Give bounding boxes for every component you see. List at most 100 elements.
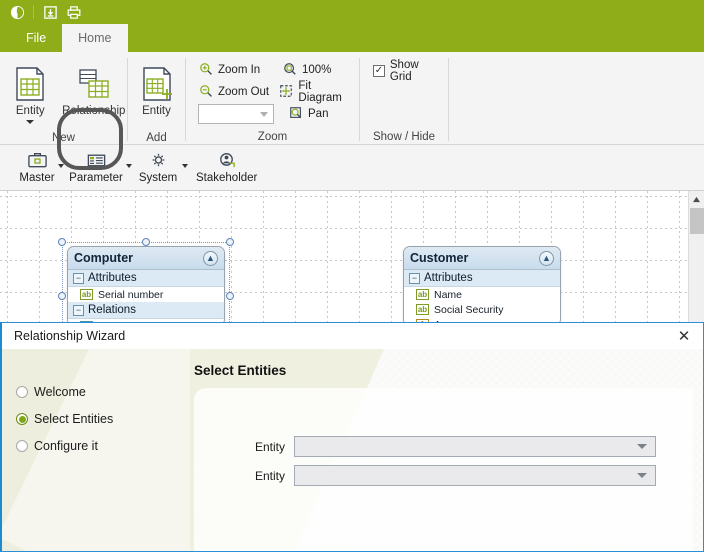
ribbon-group-add-label: Add	[146, 131, 167, 144]
entity-computer[interactable]: Computer ▲ − Attributes ab Serial number…	[67, 246, 225, 326]
zoom-out-label: Zoom Out	[218, 86, 270, 98]
new-entity-label: Entity	[15, 105, 45, 117]
ribbon-tabstrip: File Home	[0, 24, 704, 52]
radio-icon[interactable]	[16, 440, 28, 452]
entity-customer-title-bar[interactable]: Customer ▲	[404, 247, 560, 270]
entity-2-label: Entity	[254, 468, 285, 483]
new-entity-button[interactable]: Entity	[0, 58, 61, 130]
zoom-out-button[interactable]: Zoom Out	[194, 81, 274, 103]
history-icon[interactable]	[5, 1, 29, 23]
entity-customer-attributes-section[interactable]: − Attributes	[404, 270, 560, 287]
qat-divider	[33, 5, 34, 19]
resize-handle[interactable]	[58, 292, 66, 300]
entity-field-row-2: Entity	[194, 465, 693, 486]
ribbon-group-showhide-label: Show / Hide	[372, 131, 435, 143]
zoom-in-label: Zoom In	[218, 64, 261, 76]
canvas-vertical-scrollbar[interactable]	[688, 191, 704, 326]
text-type-icon: ab	[416, 304, 429, 315]
entity-customer[interactable]: Customer ▲ − Attributes ab Name ab Socia…	[403, 246, 561, 326]
relationship-wizard-dialog: Relationship Wizard ✕ Welcome Select Ent…	[0, 322, 704, 552]
wizard-step-select-entities[interactable]: Select Entities	[16, 412, 190, 426]
application-window: File Home Entity Relationship New Entity…	[0, 0, 704, 552]
entity-table-icon	[13, 63, 47, 105]
fit-diagram-button[interactable]: Fit Diagram	[274, 80, 359, 104]
attribute-label: Name	[434, 288, 463, 301]
radio-icon-selected[interactable]	[16, 413, 28, 425]
diagram-canvas[interactable]: Computer ▲ − Attributes ab Serial number…	[0, 191, 704, 326]
section-label: Attributes	[424, 272, 473, 284]
entity-computer-attribute-row[interactable]: ab Serial number	[68, 287, 224, 302]
save-icon[interactable]	[38, 1, 62, 23]
wizard-steps-list: Welcome Select Entities Configure it	[2, 349, 190, 453]
resize-handle[interactable]	[226, 238, 234, 246]
show-grid-checkbox[interactable]: ✓ Show Grid	[368, 59, 448, 83]
wizard-content-panel: Select Entities Entity Entity	[190, 349, 703, 551]
resize-handle[interactable]	[226, 292, 234, 300]
ribbon-group-zoom-label: Zoom	[257, 131, 288, 143]
toolbar-system-button[interactable]: System	[130, 148, 188, 184]
attribute-label: Serial number	[98, 288, 164, 301]
entity-fields-group: Entity Entity	[194, 388, 693, 486]
ribbon-group-new-label: New	[51, 131, 75, 144]
section-label: Relations	[88, 304, 136, 316]
chevron-down-icon	[637, 444, 647, 449]
zoom-out-icon	[199, 84, 213, 101]
entity-2-dropdown[interactable]	[294, 465, 656, 486]
dialog-title-bar: Relationship Wizard ✕	[2, 323, 703, 349]
ribbon-divider-4	[448, 58, 449, 141]
minus-icon[interactable]: −	[73, 304, 84, 316]
minus-icon[interactable]: −	[73, 272, 84, 284]
collapse-chevron-icon[interactable]: ▲	[203, 250, 218, 266]
tab-file[interactable]: File	[10, 24, 62, 52]
toolbar-stakeholder-button[interactable]: Stakeholder	[186, 148, 261, 184]
ribbon-group-new: Entity Relationship New	[0, 52, 127, 145]
pan-icon	[289, 106, 303, 123]
chevron-down-icon	[637, 473, 647, 478]
resize-handle[interactable]	[142, 238, 150, 246]
dialog-body: Welcome Select Entities Configure it Sel…	[2, 349, 703, 551]
zoom-100-button[interactable]: 100%	[278, 59, 336, 81]
toolbar-parameter-button[interactable]: Parameter	[62, 148, 132, 184]
stakeholder-person-icon	[216, 148, 237, 172]
zoom-in-icon	[199, 62, 213, 79]
wizard-step-select-entities-label: Select Entities	[34, 412, 114, 426]
toolbar-master-button[interactable]: Master	[12, 148, 64, 184]
minus-icon[interactable]: −	[409, 272, 420, 284]
add-entity-button[interactable]: Entity	[128, 58, 185, 130]
entity-customer-attribute-row[interactable]: ab Social Security	[404, 302, 560, 317]
entity-computer-relations-section[interactable]: − Relations	[68, 302, 224, 319]
entity-customer-attribute-row[interactable]: ab Name	[404, 287, 560, 302]
print-icon[interactable]	[62, 1, 86, 23]
fit-diagram-label: Fit Diagram	[298, 80, 342, 104]
zoom-in-button[interactable]: Zoom In	[194, 59, 278, 81]
zoom-100-label: 100%	[302, 64, 332, 76]
entity-1-dropdown[interactable]	[294, 436, 656, 457]
radio-icon[interactable]	[16, 386, 28, 398]
ribbon-group-showhide: ✓ Show Grid Show / Hide	[360, 52, 448, 145]
add-entity-label: Entity	[142, 105, 171, 117]
entity-1-label: Entity	[254, 439, 285, 454]
toolbar-parameter-label: Parameter	[69, 172, 123, 184]
entity-add-icon	[140, 63, 174, 105]
scroll-up-arrow-icon[interactable]	[689, 191, 704, 207]
briefcase-icon	[27, 148, 48, 172]
entity-computer-attributes-section[interactable]: − Attributes	[68, 270, 224, 287]
wizard-step-configure-it[interactable]: Configure it	[16, 439, 190, 453]
checkmark-icon: ✓	[373, 65, 385, 77]
entity-computer-title-bar[interactable]: Computer ▲	[68, 247, 224, 270]
new-relationship-label: Relationship	[62, 105, 126, 117]
zoom-level-combobox[interactable]	[198, 104, 274, 124]
section-label: Attributes	[88, 272, 137, 284]
pan-button[interactable]: Pan	[284, 103, 333, 125]
text-type-icon: ab	[80, 289, 93, 300]
scrollbar-thumb[interactable]	[690, 208, 704, 234]
new-relationship-button[interactable]: Relationship	[61, 58, 127, 130]
chevron-down-icon[interactable]	[26, 120, 35, 124]
text-type-icon: ab	[416, 289, 429, 300]
resize-handle[interactable]	[58, 238, 66, 246]
close-icon[interactable]: ✕	[671, 324, 697, 348]
collapse-chevron-icon[interactable]: ▲	[539, 250, 554, 266]
tab-home[interactable]: Home	[62, 24, 128, 52]
wizard-step-welcome-label: Welcome	[34, 385, 86, 399]
wizard-step-welcome[interactable]: Welcome	[16, 385, 190, 399]
